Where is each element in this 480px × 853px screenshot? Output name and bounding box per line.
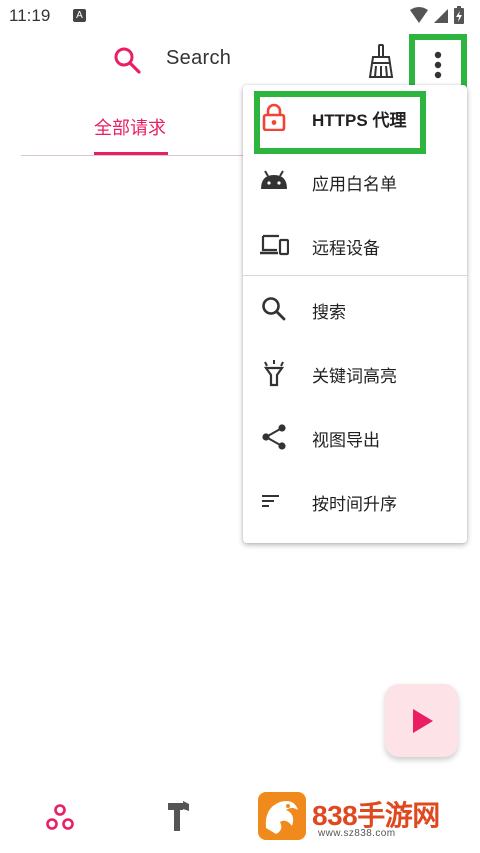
broom-icon[interactable] [366, 44, 396, 78]
menu-item-search[interactable]: 搜索 [243, 277, 467, 341]
menu-item-remote-devices[interactable]: 远程设备 [243, 213, 467, 277]
more-vert-icon [434, 51, 442, 79]
menu-item-label: 视图导出 [312, 431, 380, 451]
watermark-url: www.sz838.com [318, 828, 396, 839]
status-icons [410, 6, 464, 24]
overflow-menu: HTTPS 代理 应用白名单 远程设备 搜索 关键词高亮 视图导出 按时间升序 [243, 85, 467, 543]
play-icon [413, 709, 433, 733]
tools-icon[interactable] [166, 800, 192, 832]
tab-divider [21, 155, 251, 156]
requests-icon[interactable] [46, 804, 74, 830]
tab-all-requests[interactable]: 全部请求 [94, 114, 166, 140]
menu-item-label: 远程设备 [312, 239, 380, 259]
search-icon [262, 297, 286, 321]
search-icon[interactable] [113, 46, 141, 74]
menu-item-sort-by-time[interactable]: 按时间升序 [243, 469, 467, 533]
menu-item-keyword-highlight[interactable]: 关键词高亮 [243, 341, 467, 405]
watermark-logo [258, 792, 306, 840]
toolbar: Search [0, 34, 480, 95]
menu-item-label: 关键词高亮 [312, 367, 397, 387]
sort-icon [262, 495, 279, 507]
menu-item-label: 应用白名单 [312, 175, 397, 195]
start-capture-button[interactable] [385, 684, 458, 757]
search-field[interactable]: Search [166, 47, 231, 70]
share-icon [262, 424, 286, 450]
notification-a-icon: A [73, 9, 86, 22]
menu-item-app-whitelist[interactable]: 应用白名单 [243, 149, 467, 213]
status-time: 11:19 [9, 6, 51, 25]
menu-item-label: HTTPS 代理 [312, 111, 407, 130]
lock-icon [262, 103, 286, 131]
status-bar: 11:19 A [0, 0, 480, 34]
android-icon [261, 170, 287, 189]
menu-item-https-proxy[interactable]: HTTPS 代理 [243, 85, 467, 149]
highlight-icon [263, 360, 285, 387]
tab-bar: 全部请求 [21, 104, 251, 158]
menu-item-label: 搜索 [312, 303, 346, 323]
devices-icon [260, 234, 289, 256]
menu-divider [243, 275, 467, 276]
watermark: 838手游网 www.sz838.com [256, 792, 480, 844]
menu-item-label: 按时间升序 [312, 495, 397, 515]
menu-item-export-view[interactable]: 视图导出 [243, 405, 467, 469]
